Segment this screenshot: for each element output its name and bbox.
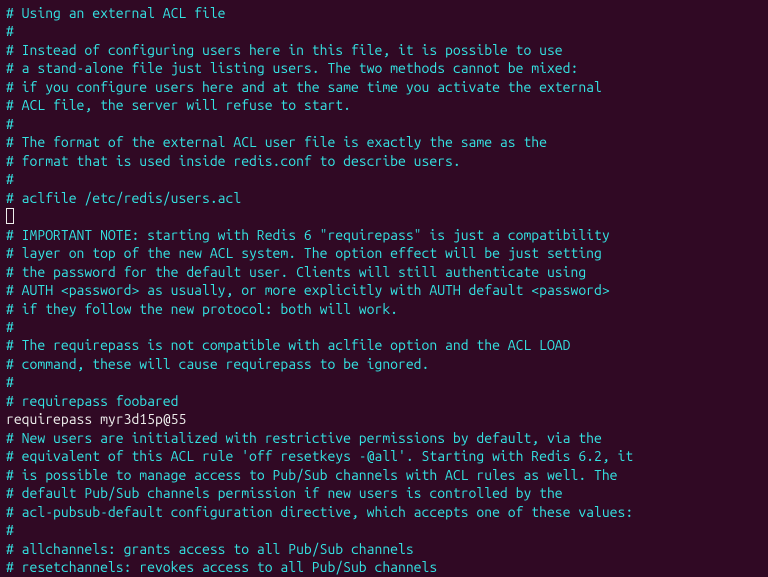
comment-text: # the password for the default user. Cli… <box>6 264 586 280</box>
config-line[interactable]: # The requirepass is not compatible with… <box>6 336 762 354</box>
config-line[interactable]: # the password for the default user. Cli… <box>6 263 762 281</box>
config-line[interactable]: # IMPORTANT NOTE: starting with Redis 6 … <box>6 226 762 244</box>
comment-text: # requirepass foobared <box>6 393 178 409</box>
comment-text: # ACL file, the server will refuse to st… <box>6 97 351 113</box>
comment-text: # <box>6 116 14 132</box>
config-line[interactable]: # Instead of configuring users here in t… <box>6 41 762 59</box>
config-line[interactable]: # if you configure users here and at the… <box>6 78 762 96</box>
config-line[interactable]: # acl-pubsub-default configuration direc… <box>6 503 762 521</box>
comment-text: # The format of the external ACL user fi… <box>6 134 547 150</box>
comment-text: # aclfile /etc/redis/users.acl <box>6 190 241 206</box>
config-line[interactable]: # <box>6 22 762 40</box>
config-line[interactable]: # if they follow the new protocol: both … <box>6 300 762 318</box>
comment-text: # <box>6 374 14 390</box>
config-line[interactable]: # <box>6 373 762 391</box>
comment-text: # if they follow the new protocol: both … <box>6 301 398 317</box>
comment-text: # <box>6 319 14 335</box>
config-line[interactable]: # requirepass foobared <box>6 392 762 410</box>
comment-text: # AUTH <password> as usually, or more ex… <box>6 282 610 298</box>
config-line[interactable]: # a stand-alone file just listing users.… <box>6 59 762 77</box>
config-line[interactable]: # resetchannels: revokes access to all P… <box>6 558 762 576</box>
config-line[interactable]: # <box>6 170 762 188</box>
comment-text: # format that is used inside redis.conf … <box>6 153 461 169</box>
comment-text: # allchannels: grants access to all Pub/… <box>6 541 414 557</box>
comment-text: # The requirepass is not compatible with… <box>6 337 570 353</box>
comment-text: # Using an external ACL file <box>6 5 226 21</box>
config-line[interactable]: # is possible to manage access to Pub/Su… <box>6 466 762 484</box>
comment-text: # New users are initialized with restric… <box>6 430 602 446</box>
comment-text: # command, these will cause requirepass … <box>6 356 429 372</box>
config-text: requirepass myr3d15p@55 <box>6 411 186 427</box>
text-editor-viewport[interactable]: # Using an external ACL file # # Instead o… <box>6 4 762 577</box>
config-line[interactable]: # equivalent of this ACL rule 'off reset… <box>6 447 762 465</box>
config-line[interactable]: # format that is used inside redis.conf … <box>6 152 762 170</box>
config-line-requirepass[interactable]: requirepass myr3d15p@55 <box>6 410 762 428</box>
text-cursor <box>6 208 14 224</box>
config-line[interactable]: # <box>6 115 762 133</box>
config-line[interactable]: # New users are initialized with restric… <box>6 429 762 447</box>
comment-text: # acl-pubsub-default configuration direc… <box>6 504 633 520</box>
config-line[interactable]: # Using an external ACL file <box>6 4 762 22</box>
config-line[interactable]: # aclfile /etc/redis/users.acl <box>6 189 762 207</box>
comment-text: # IMPORTANT NOTE: starting with Redis 6 … <box>6 227 610 243</box>
comment-text: # resetchannels: revokes access to all P… <box>6 559 437 575</box>
config-line[interactable]: # The format of the external ACL user fi… <box>6 133 762 151</box>
comment-text: # <box>6 171 14 187</box>
comment-text: # if you configure users here and at the… <box>6 79 602 95</box>
comment-text: # is possible to manage access to Pub/Su… <box>6 467 618 483</box>
comment-text: # a stand-alone file just listing users.… <box>6 60 578 76</box>
config-line[interactable]: # AUTH <password> as usually, or more ex… <box>6 281 762 299</box>
comment-text: # <box>6 23 14 39</box>
comment-text: # layer on top of the new ACL system. Th… <box>6 245 602 261</box>
config-line[interactable]: # ACL file, the server will refuse to st… <box>6 96 762 114</box>
config-line[interactable]: # <box>6 521 762 539</box>
comment-text: # default Pub/Sub channels permission if… <box>6 485 563 501</box>
config-line[interactable] <box>6 207 762 225</box>
comment-text: # Instead of configuring users here in t… <box>6 42 563 58</box>
config-line[interactable]: # allchannels: grants access to all Pub/… <box>6 540 762 558</box>
config-line[interactable]: # layer on top of the new ACL system. Th… <box>6 244 762 262</box>
config-line[interactable]: # <box>6 318 762 336</box>
config-line[interactable]: # default Pub/Sub channels permission if… <box>6 484 762 502</box>
comment-text: # <box>6 522 14 538</box>
comment-text: # equivalent of this ACL rule 'off reset… <box>6 448 633 464</box>
config-line[interactable]: # command, these will cause requirepass … <box>6 355 762 373</box>
